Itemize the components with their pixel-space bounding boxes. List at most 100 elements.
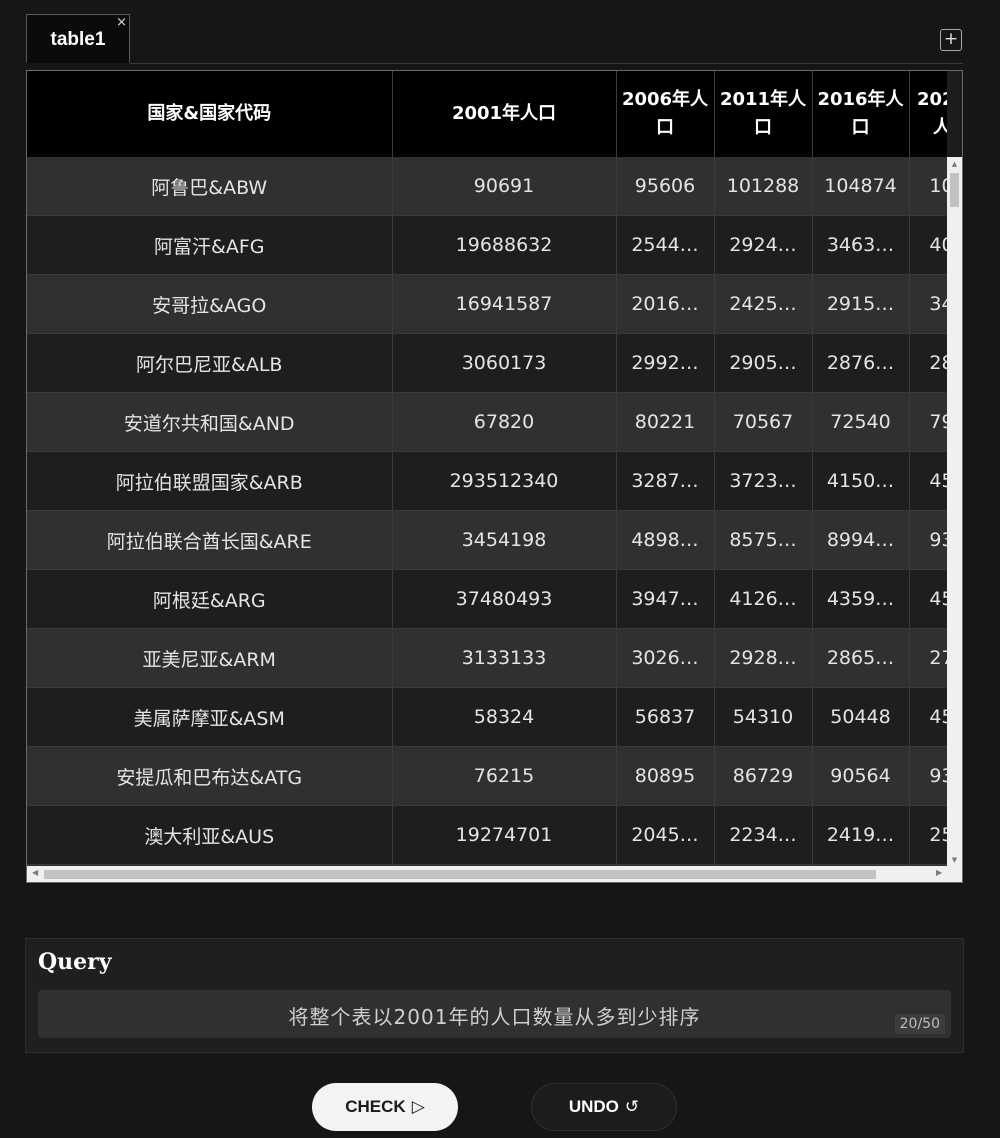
table-cell[interactable]: 8994… [812, 510, 910, 570]
table-cell[interactable]: 25… [909, 805, 947, 865]
table-cell[interactable]: 3060173 [392, 333, 617, 393]
table-cell[interactable]: 90564 [812, 746, 910, 806]
table-cell[interactable]: 2045… [616, 805, 715, 865]
table-cell[interactable]: 40… [909, 215, 947, 275]
column-header[interactable]: 2016年人口 [812, 71, 910, 157]
table-cell[interactable]: 3026… [616, 628, 715, 688]
table-row[interactable]: 美属萨摩亚&ASM5832456837543105044845… [27, 687, 947, 747]
undo-button[interactable]: UNDO ↺ [531, 1083, 677, 1131]
table-cell[interactable]: 58324 [392, 687, 617, 747]
table-cell[interactable]: 45… [909, 569, 947, 629]
table-cell[interactable]: 27… [909, 628, 947, 688]
add-tab-icon[interactable]: + [940, 29, 962, 51]
table-cell[interactable]: 2865… [812, 628, 910, 688]
table-cell[interactable]: 93… [909, 510, 947, 570]
table-row[interactable]: 阿根廷&ARG374804933947…4126…4359…45… [27, 569, 947, 629]
horizontal-scroll-thumb[interactable] [44, 870, 876, 879]
table-cell[interactable]: 4359… [812, 569, 910, 629]
scroll-right-icon[interactable]: ▶ [936, 868, 942, 877]
table-cell[interactable]: 澳大利亚&AUS [27, 805, 393, 865]
table-cell[interactable]: 3723… [714, 451, 813, 511]
vertical-scroll-thumb[interactable] [950, 173, 959, 207]
table-row[interactable]: 阿富汗&AFG196886322544…2924…3463…40… [27, 215, 947, 275]
table-row[interactable]: 阿尔巴尼亚&ALB30601732992…2905…2876…28… [27, 333, 947, 393]
table-cell[interactable]: 阿拉伯联合酋长国&ARE [27, 510, 393, 570]
column-header[interactable]: 2011年人口 [714, 71, 813, 157]
table-cell[interactable]: 阿根廷&ARG [27, 569, 393, 629]
table-cell[interactable]: 90691 [392, 157, 617, 216]
table-cell[interactable]: 70567 [714, 392, 813, 452]
table-cell[interactable]: 101288 [714, 157, 813, 216]
table-cell[interactable]: 54310 [714, 687, 813, 747]
horizontal-scrollbar[interactable]: ◀ ▶ [27, 866, 962, 882]
table-cell[interactable]: 293512340 [392, 451, 617, 511]
table-cell[interactable]: 2924… [714, 215, 813, 275]
table-cell[interactable]: 8575… [714, 510, 813, 570]
table-cell[interactable]: 3287… [616, 451, 715, 511]
table-cell[interactable]: 93… [909, 746, 947, 806]
check-button[interactable]: CHECK ▷ [312, 1083, 458, 1131]
table-cell[interactable]: 104874 [812, 157, 910, 216]
table-cell[interactable]: 阿富汗&AFG [27, 215, 393, 275]
column-header[interactable]: 国家&国家代码 [27, 71, 393, 157]
table-cell[interactable]: 安提瓜和巴布达&ATG [27, 746, 393, 806]
table-cell[interactable]: 2425… [714, 274, 813, 334]
table-cell[interactable]: 19688632 [392, 215, 617, 275]
table-row[interactable]: 阿拉伯联盟国家&ARB2935123403287…3723…4150…45… [27, 451, 947, 511]
table-cell[interactable]: 45… [909, 687, 947, 747]
table-cell[interactable]: 45… [909, 451, 947, 511]
table-cell[interactable]: 79… [909, 392, 947, 452]
vertical-scrollbar[interactable]: ▲ ▼ [947, 157, 962, 866]
table-cell[interactable]: 2915… [812, 274, 910, 334]
table-cell[interactable]: 2928… [714, 628, 813, 688]
table-cell[interactable]: 19274701 [392, 805, 617, 865]
table-cell[interactable]: 安道尔共和国&AND [27, 392, 393, 452]
table-cell[interactable]: 3133133 [392, 628, 617, 688]
table-row[interactable]: 安道尔共和国&AND6782080221705677254079… [27, 392, 947, 452]
table-row[interactable]: 安哥拉&AGO169415872016…2425…2915…34… [27, 274, 947, 334]
table-cell[interactable]: 4898… [616, 510, 715, 570]
query-input[interactable]: 将整个表以2001年的人口数量从多到少排序 20/50 [38, 990, 951, 1038]
tab-table1[interactable]: table1 × [26, 14, 130, 63]
scroll-left-icon[interactable]: ◀ [32, 868, 38, 877]
table-cell[interactable]: 56837 [616, 687, 715, 747]
table-row[interactable]: 安提瓜和巴布达&ATG7621580895867299056493… [27, 746, 947, 806]
close-icon[interactable]: × [116, 15, 127, 30]
table-row[interactable]: 澳大利亚&AUS192747012045…2234…2419…25… [27, 805, 947, 865]
table-cell[interactable]: 2876… [812, 333, 910, 393]
table-cell[interactable]: 2544… [616, 215, 715, 275]
table-cell[interactable]: 67820 [392, 392, 617, 452]
table-cell[interactable]: 亚美尼亚&ARM [27, 628, 393, 688]
table-cell[interactable]: 2419… [812, 805, 910, 865]
column-header[interactable]: 2001年人口 [392, 71, 617, 157]
table-cell[interactable]: 28… [909, 333, 947, 393]
table-cell[interactable]: 80221 [616, 392, 715, 452]
table-cell[interactable]: 37480493 [392, 569, 617, 629]
table-row[interactable]: 阿鲁巴&ABW906919560610128810487410… [27, 157, 947, 216]
table-row[interactable]: 亚美尼亚&ARM31331333026…2928…2865…27… [27, 628, 947, 688]
table-row[interactable]: 阿拉伯联合酋长国&ARE34541984898…8575…8994…93… [27, 510, 947, 570]
table-cell[interactable]: 阿鲁巴&ABW [27, 157, 393, 216]
table-cell[interactable]: 阿拉伯联盟国家&ARB [27, 451, 393, 511]
table-cell[interactable]: 34… [909, 274, 947, 334]
column-header[interactable]: 2006年人口 [616, 71, 715, 157]
table-cell[interactable]: 86729 [714, 746, 813, 806]
table-cell[interactable]: 2016… [616, 274, 715, 334]
column-header[interactable]: 2021年人口 [909, 71, 947, 157]
table-cell[interactable]: 76215 [392, 746, 617, 806]
table-cell[interactable]: 2992… [616, 333, 715, 393]
table-cell[interactable]: 3463… [812, 215, 910, 275]
table-cell[interactable]: 3454198 [392, 510, 617, 570]
table-cell[interactable]: 72540 [812, 392, 910, 452]
table-cell[interactable]: 50448 [812, 687, 910, 747]
table-cell[interactable]: 4150… [812, 451, 910, 511]
table-cell[interactable]: 10… [909, 157, 947, 216]
table-cell[interactable]: 2234… [714, 805, 813, 865]
scroll-down-icon[interactable]: ▼ [947, 856, 962, 864]
table-cell[interactable]: 安哥拉&AGO [27, 274, 393, 334]
table-cell[interactable]: 阿尔巴尼亚&ALB [27, 333, 393, 393]
table-cell[interactable]: 美属萨摩亚&ASM [27, 687, 393, 747]
table-cell[interactable]: 95606 [616, 157, 715, 216]
table-cell[interactable]: 3947… [616, 569, 715, 629]
table-cell[interactable]: 16941587 [392, 274, 617, 334]
